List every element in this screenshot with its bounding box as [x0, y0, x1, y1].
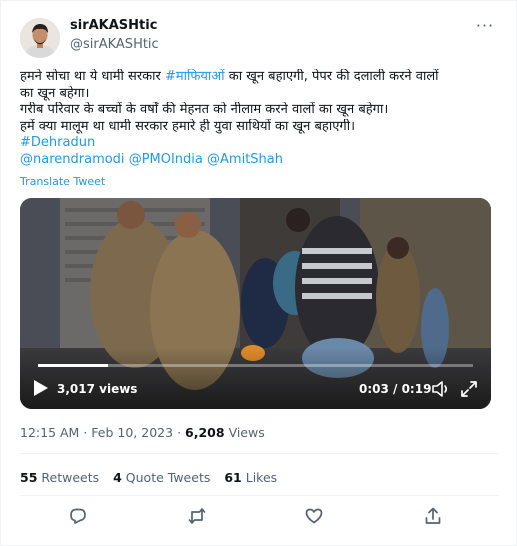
engagement-stats: 55 Retweets 4 Quote Tweets 61 Likes [20, 470, 287, 485]
tweet-line-1: हमने सोचा था ये धामी सरकार #माफियाओं का … [20, 69, 505, 86]
retweet-button[interactable] [188, 507, 210, 529]
tweet-card: sirAKASHtic @sirAKASHtic ··· हमने सोचा थ… [0, 0, 517, 546]
retweets-label: Retweets [41, 470, 100, 485]
hashtag-mafia[interactable]: #माफियाओं [165, 69, 225, 84]
video-time: 0:03 / 0:19 [359, 382, 432, 396]
tweet-text: हमने सोचा था ये धामी सरकार #माफियाओं का … [20, 69, 505, 168]
video-player[interactable]: 3,017 views 0:03 / 0:19 [20, 198, 491, 409]
volume-icon[interactable] [432, 381, 450, 397]
video-view-count: 3,017 views [57, 382, 138, 396]
avatar-image [20, 18, 60, 58]
translate-tweet-link[interactable]: Translate Tweet [20, 175, 105, 188]
hashtag-dehradun[interactable]: #Dehradun [20, 135, 505, 152]
share-icon [425, 507, 441, 524]
mention-pmoindia[interactable]: @PMOIndia [129, 152, 203, 167]
reply-button[interactable] [69, 507, 91, 529]
tweet-time[interactable]: 12:15 AM [20, 425, 79, 440]
meta-separator: · [177, 425, 182, 440]
tweet-text-segment: हमने सोचा था ये धामी सरकार [20, 69, 165, 84]
likes-stat[interactable]: 61 Likes [224, 470, 277, 485]
video-progress-fill [38, 364, 108, 367]
like-button[interactable] [305, 507, 327, 529]
likes-label: Likes [245, 470, 278, 485]
video-frame [20, 198, 491, 409]
fullscreen-icon[interactable] [460, 380, 478, 398]
author-handle[interactable]: @sirAKASHtic [70, 37, 159, 52]
divider [20, 453, 499, 454]
tweet-line-4: हमें क्या मालूम था धामी सरकार हमारे ही य… [20, 118, 356, 134]
mention-narendramodi[interactable]: @narendramodi [20, 152, 125, 167]
view-count: 6,208 [185, 425, 225, 440]
likes-count: 61 [224, 470, 242, 485]
mention-amitshah[interactable]: @AmitShah [207, 152, 283, 167]
retweets-stat[interactable]: 55 Retweets [20, 470, 99, 485]
mentions: @narendramodi @PMOIndia @AmitShah [20, 152, 505, 169]
divider [20, 495, 499, 496]
share-button[interactable] [424, 507, 446, 529]
meta-separator: · [83, 425, 88, 440]
tweet-text-segment: का खून बहाएगी, पेपर की दलाली करने वालों [224, 69, 439, 84]
views-label: Views [228, 425, 265, 440]
more-icon[interactable]: ··· [475, 18, 495, 39]
quotes-count: 4 [113, 470, 122, 485]
retweet-icon [188, 508, 206, 524]
quotes-label: Quote Tweets [125, 470, 211, 485]
tweet-line-2: का खून बहेगा। [20, 85, 90, 101]
heart-icon [305, 508, 323, 524]
reply-icon [70, 508, 86, 524]
tweet-date[interactable]: Feb 10, 2023 [91, 425, 173, 440]
action-bar [1, 507, 517, 531]
retweets-count: 55 [20, 470, 38, 485]
tweet-timestamp[interactable]: 12:15 AM · Feb 10, 2023 · 6,208 Views [20, 425, 265, 440]
quote-tweets-stat[interactable]: 4 Quote Tweets [113, 470, 210, 485]
avatar[interactable] [20, 18, 60, 58]
video-progress-bar[interactable] [38, 364, 473, 367]
play-icon[interactable] [33, 379, 49, 397]
tweet-line-3: गरीब परिवार के बच्चों के वर्षों की मेहनत… [20, 102, 389, 117]
author-display-name[interactable]: sirAKASHtic [70, 18, 157, 33]
